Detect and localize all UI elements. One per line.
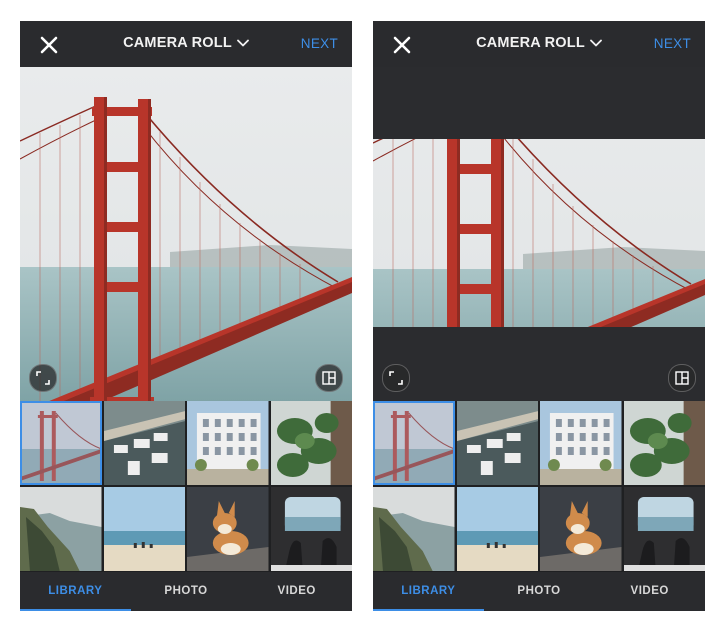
next-button[interactable]: NEXT xyxy=(301,36,338,51)
layout-button[interactable] xyxy=(668,364,696,392)
thumbnail-window-view[interactable] xyxy=(623,487,705,571)
thumbnail-marina-boats[interactable] xyxy=(456,401,538,485)
thumbnail-white-building[interactable] xyxy=(187,401,269,485)
layout-icon xyxy=(322,371,336,385)
expand-button[interactable] xyxy=(382,364,410,392)
photo-preview[interactable] xyxy=(373,67,705,401)
thumbnail-coastal-cliffs[interactable] xyxy=(20,487,102,571)
camera-roll-screen-fill: CAMERA ROLL NEXT LIBRARY PHOTO VIDEO xyxy=(20,21,352,611)
expand-icon xyxy=(36,371,50,385)
thumbnail-window-view[interactable] xyxy=(270,487,352,571)
camera-roll-dropdown[interactable]: CAMERA ROLL xyxy=(476,35,602,51)
tab-library[interactable]: LIBRARY xyxy=(373,572,484,611)
chevron-down-icon xyxy=(236,39,249,47)
thumbnail-monstera-plant[interactable] xyxy=(623,401,705,485)
close-icon[interactable] xyxy=(38,34,60,56)
bottom-tabs: LIBRARY PHOTO VIDEO xyxy=(20,572,352,611)
tab-photo[interactable]: PHOTO xyxy=(484,572,595,611)
thumbnail-corgi-dog[interactable] xyxy=(540,487,622,571)
close-icon[interactable] xyxy=(391,34,413,56)
camera-roll-title: CAMERA ROLL xyxy=(123,35,232,51)
bottom-tabs: LIBRARY PHOTO VIDEO xyxy=(373,572,705,611)
chevron-down-icon xyxy=(589,39,602,47)
thumbnail-grid xyxy=(20,401,352,572)
thumbnail-coastal-cliffs[interactable] xyxy=(373,487,455,571)
thumbnail-white-building[interactable] xyxy=(540,401,622,485)
tab-photo[interactable]: PHOTO xyxy=(131,572,242,611)
thumbnail-golden-gate-bridge[interactable] xyxy=(20,401,102,485)
layout-icon xyxy=(675,371,689,385)
bridge-photo xyxy=(20,67,352,401)
camera-roll-title: CAMERA ROLL xyxy=(476,35,585,51)
tab-video[interactable]: VIDEO xyxy=(241,572,352,611)
thumbnail-grid xyxy=(373,401,705,572)
top-bar: CAMERA ROLL NEXT xyxy=(20,21,352,67)
thumbnail-beach[interactable] xyxy=(456,487,538,571)
tab-video[interactable]: VIDEO xyxy=(594,572,705,611)
photo-preview[interactable] xyxy=(20,67,352,401)
thumbnail-corgi-dog[interactable] xyxy=(187,487,269,571)
top-bar: CAMERA ROLL NEXT xyxy=(373,21,705,67)
layout-button[interactable] xyxy=(315,364,343,392)
bridge-photo xyxy=(373,139,705,327)
expand-icon xyxy=(389,371,403,385)
thumbnail-beach[interactable] xyxy=(103,487,185,571)
thumbnail-monstera-plant[interactable] xyxy=(270,401,352,485)
thumbnail-marina-boats[interactable] xyxy=(103,401,185,485)
expand-button[interactable] xyxy=(29,364,57,392)
camera-roll-dropdown[interactable]: CAMERA ROLL xyxy=(123,35,249,51)
camera-roll-screen-fit: CAMERA ROLL NEXT LIBRARY PHOTO VIDEO xyxy=(373,21,705,611)
thumbnail-golden-gate-bridge[interactable] xyxy=(373,401,455,485)
next-button[interactable]: NEXT xyxy=(654,36,691,51)
tab-library[interactable]: LIBRARY xyxy=(20,572,131,611)
